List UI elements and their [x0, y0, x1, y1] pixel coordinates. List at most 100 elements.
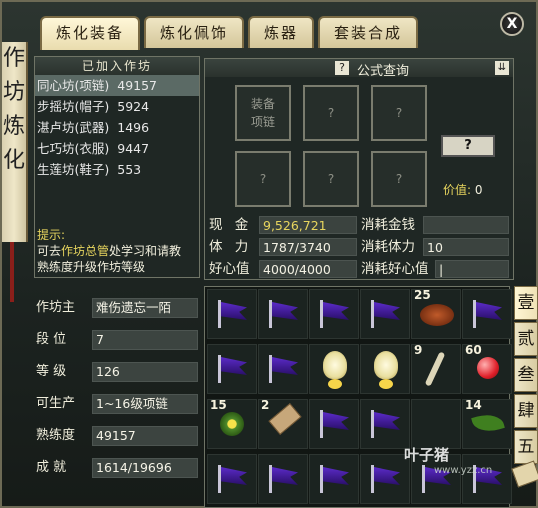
- slot-label: 装备: [250, 97, 275, 111]
- proficiency-label: 熟练度: [36, 428, 76, 443]
- favor-row: 好心值: [209, 259, 259, 279]
- price-display: 价值: 0: [443, 181, 483, 198]
- inventory-slot[interactable]: 2: [258, 398, 308, 449]
- workshop-item[interactable]: 湛卢坊(武器) 1496: [35, 117, 199, 138]
- inventory-slot[interactable]: 14: [462, 398, 512, 449]
- purple-flag-icon: [463, 290, 511, 338]
- inventory-page-tab[interactable]: 壹: [514, 286, 538, 320]
- inventory-slot[interactable]: [360, 344, 410, 394]
- workshop-item-label: 同心坊(项链): [37, 78, 110, 93]
- inventory-slot[interactable]: [258, 454, 308, 504]
- favor-label: 好心值: [209, 261, 250, 277]
- material-slot[interactable]: ?: [303, 151, 359, 207]
- tab-refine-equipment[interactable]: 炼化装备: [40, 16, 141, 50]
- watermark-text: 叶子猪: [404, 446, 450, 464]
- material-slot[interactable]: ?: [235, 151, 291, 207]
- lantern-icon: [361, 345, 409, 393]
- lantern-icon: [310, 345, 358, 393]
- slot-placeholder: ?: [395, 106, 403, 120]
- item-count: 60: [465, 343, 482, 357]
- inventory-page-tab[interactable]: 贰: [514, 322, 538, 356]
- purple-flag-icon: [310, 400, 358, 448]
- joined-workshop-panel: 已加入作坊 同心坊(项链) 49157 步摇坊(帽子) 5924 湛卢坊(武器)…: [34, 56, 200, 278]
- inventory-slot[interactable]: [462, 289, 512, 339]
- money-value: 9,526,721: [259, 216, 357, 234]
- slot-placeholder: ?: [327, 172, 335, 186]
- tab-set-synthesis[interactable]: 套装合成: [318, 16, 419, 48]
- level-label: 等 级: [36, 364, 67, 379]
- tip-text: 熟练度升级作坊等级: [37, 260, 146, 274]
- purple-flag-icon: [361, 455, 409, 503]
- material-slot[interactable]: ?: [371, 151, 427, 207]
- purple-flag-icon: [208, 345, 256, 393]
- workshop-tip: 提示: 可去作坊总管处学习和请教 熟练度升级作坊等级: [37, 227, 197, 275]
- workshop-item-value: 9447: [117, 141, 150, 156]
- slot-placeholder: ?: [327, 106, 335, 120]
- inventory-page-tab[interactable]: 叁: [514, 358, 538, 392]
- workshop-item[interactable]: 七巧坊(衣服) 9447: [35, 138, 199, 159]
- inventory-slot[interactable]: [411, 399, 461, 449]
- money-cost-label: 消耗金钱: [361, 217, 415, 233]
- formula-header: ? 公式查询 ⇊: [205, 59, 513, 79]
- achievement-value: 1614/19696: [92, 458, 198, 478]
- query-button[interactable]: ?: [441, 135, 495, 157]
- workshop-item-value: 1496: [117, 120, 150, 135]
- workshop-item-label: 七巧坊(衣服): [37, 141, 110, 156]
- owner-label: 作坊主: [36, 300, 76, 315]
- watermark: 叶子猪 www.yzz.cn: [404, 444, 492, 476]
- level-value: 126: [92, 362, 198, 382]
- inventory-slot[interactable]: 25: [411, 288, 461, 339]
- inventory-slot[interactable]: 15: [207, 398, 257, 449]
- stamina-value: 1787/3740: [259, 238, 357, 256]
- banner-char: 作: [2, 46, 25, 71]
- stamina-label: 体 力: [209, 239, 253, 255]
- banner-char: 炼: [2, 114, 25, 139]
- banner-char: 化: [2, 148, 25, 173]
- tip-title: 提示:: [37, 228, 66, 242]
- watermark-url: www.yzz.cn: [434, 465, 493, 476]
- inventory-slot[interactable]: [258, 289, 308, 339]
- purple-flag-icon: [310, 455, 358, 503]
- inventory-slot[interactable]: 60: [462, 343, 512, 394]
- tab-forge[interactable]: 炼器: [248, 16, 315, 48]
- help-icon[interactable]: ?: [335, 61, 349, 75]
- inventory-slot[interactable]: [309, 399, 359, 449]
- inventory-slot[interactable]: [360, 454, 410, 504]
- rank-label: 段 位: [36, 332, 67, 347]
- inventory-slot[interactable]: [207, 344, 257, 394]
- material-slot[interactable]: ?: [371, 85, 427, 141]
- inventory-slot[interactable]: [207, 289, 257, 339]
- formula-panel: ? 公式查询 ⇊ 装备项链 ? ? ? ? ? ? 价值: 0 现 金 9,52…: [204, 58, 514, 280]
- material-slot[interactable]: ?: [303, 85, 359, 141]
- inventory-slot[interactable]: [360, 399, 410, 449]
- inventory-slot[interactable]: [258, 344, 308, 394]
- close-button[interactable]: X: [500, 12, 524, 36]
- tip-text: 可去: [37, 244, 62, 258]
- item-count: 25: [414, 288, 431, 302]
- inventory-page-tab[interactable]: 五: [514, 430, 538, 464]
- stamina-cost-label: 消耗体力: [361, 239, 415, 255]
- workshop-item[interactable]: 同心坊(项链) 49157: [35, 75, 199, 96]
- inventory-slot[interactable]: [309, 289, 359, 339]
- inventory-slot[interactable]: [309, 344, 359, 394]
- chevron-down-icon[interactable]: ⇊: [495, 61, 509, 75]
- favor-value: 4000/4000: [259, 260, 357, 278]
- workshop-item[interactable]: 生莲坊(鞋子) 553: [35, 159, 199, 180]
- inventory-slot[interactable]: [360, 289, 410, 339]
- money-row: 现 金: [209, 215, 259, 235]
- tab-refine-accessory[interactable]: 炼化佩饰: [144, 16, 245, 48]
- inventory-slot[interactable]: [207, 454, 257, 504]
- workshop-item-value: 5924: [117, 99, 150, 114]
- scroll-icon[interactable]: [511, 460, 538, 488]
- workshop-manager-link[interactable]: 作坊总管: [61, 244, 109, 258]
- inventory-slot[interactable]: 9: [411, 343, 461, 394]
- inventory-page-tab[interactable]: 肆: [514, 394, 538, 428]
- workshop-item[interactable]: 步摇坊(帽子) 5924: [35, 96, 199, 117]
- inventory-slot[interactable]: [309, 454, 359, 504]
- item-count: 15: [210, 398, 227, 412]
- tab-bar: 炼化装备 炼化佩饰 炼器 套装合成: [40, 16, 419, 50]
- owner-value: 难伤遗忘一陌: [92, 298, 198, 318]
- slot-label: 项链: [250, 115, 275, 129]
- favor-cost-value: |: [435, 260, 509, 278]
- equipment-slot[interactable]: 装备 项链: [235, 85, 291, 141]
